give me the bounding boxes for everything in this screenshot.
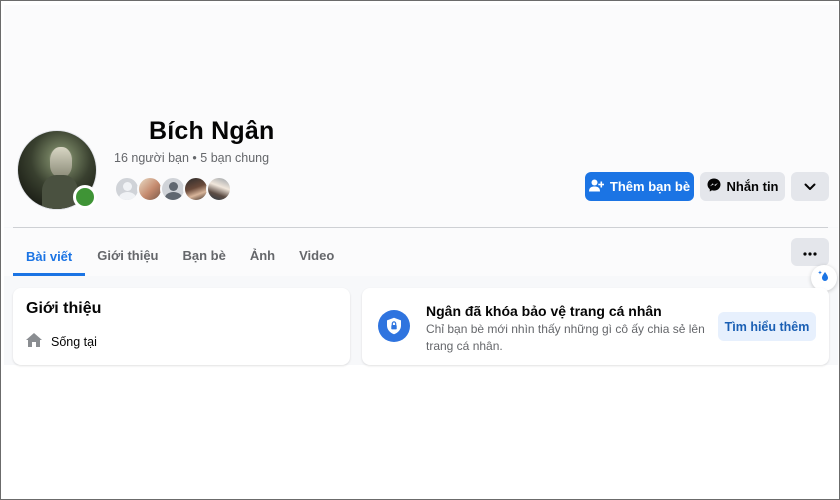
intro-card: Giới thiệu Sống tại	[13, 288, 350, 365]
lock-notice-title: Ngân đã khóa bảo vệ trang cá nhân	[426, 303, 662, 319]
tab-about[interactable]: Giới thiệu	[85, 236, 170, 274]
tab-photos[interactable]: Ảnh	[238, 236, 287, 274]
lock-notice-description: Chỉ bạn bè mới nhìn thấy những gì cô ấy …	[426, 322, 705, 353]
profile-tabs: Bài viết Giới thiệu Bạn bè Ảnh Video	[13, 236, 346, 276]
add-friend-button[interactable]: Thêm bạn bè	[585, 172, 694, 201]
ellipsis-icon	[803, 243, 817, 261]
chevron-down-icon	[804, 179, 816, 194]
lives-in-label: Sống tại	[51, 334, 97, 349]
avatar-figure-head	[50, 147, 72, 177]
add-friend-icon	[588, 179, 605, 195]
tab-friends[interactable]: Bạn bè	[171, 236, 238, 274]
profile-lock-card: Ngân đã khóa bảo vệ trang cá nhân Chỉ bạ…	[362, 288, 829, 365]
intro-title: Giới thiệu	[26, 300, 102, 317]
shield-lock-icon	[378, 310, 410, 342]
friends-summary[interactable]: 16 người bạn • 5 bạn chung	[114, 151, 269, 165]
message-label: Nhắn tin	[726, 179, 779, 194]
tab-posts[interactable]: Bài viết	[13, 236, 86, 276]
lives-in-row: Sống tại	[25, 332, 97, 351]
mutual-friend-avatar[interactable]	[206, 176, 232, 202]
add-friend-label: Thêm bạn bè	[609, 179, 691, 194]
more-actions-button[interactable]	[791, 172, 829, 201]
sparkle-drop-icon	[817, 269, 831, 288]
tabs-more-button[interactable]	[791, 238, 829, 266]
learn-more-button[interactable]: Tìm hiểu thêm	[718, 312, 816, 341]
home-icon	[25, 332, 43, 351]
online-status-dot	[73, 185, 97, 209]
mutual-friends-avatars[interactable]	[114, 176, 232, 202]
tab-videos[interactable]: Video	[287, 236, 346, 274]
header-divider	[13, 227, 828, 228]
messenger-icon	[707, 178, 721, 195]
profile-name[interactable]: Bích Ngân	[149, 117, 274, 146]
message-button[interactable]: Nhắn tin	[700, 172, 785, 201]
